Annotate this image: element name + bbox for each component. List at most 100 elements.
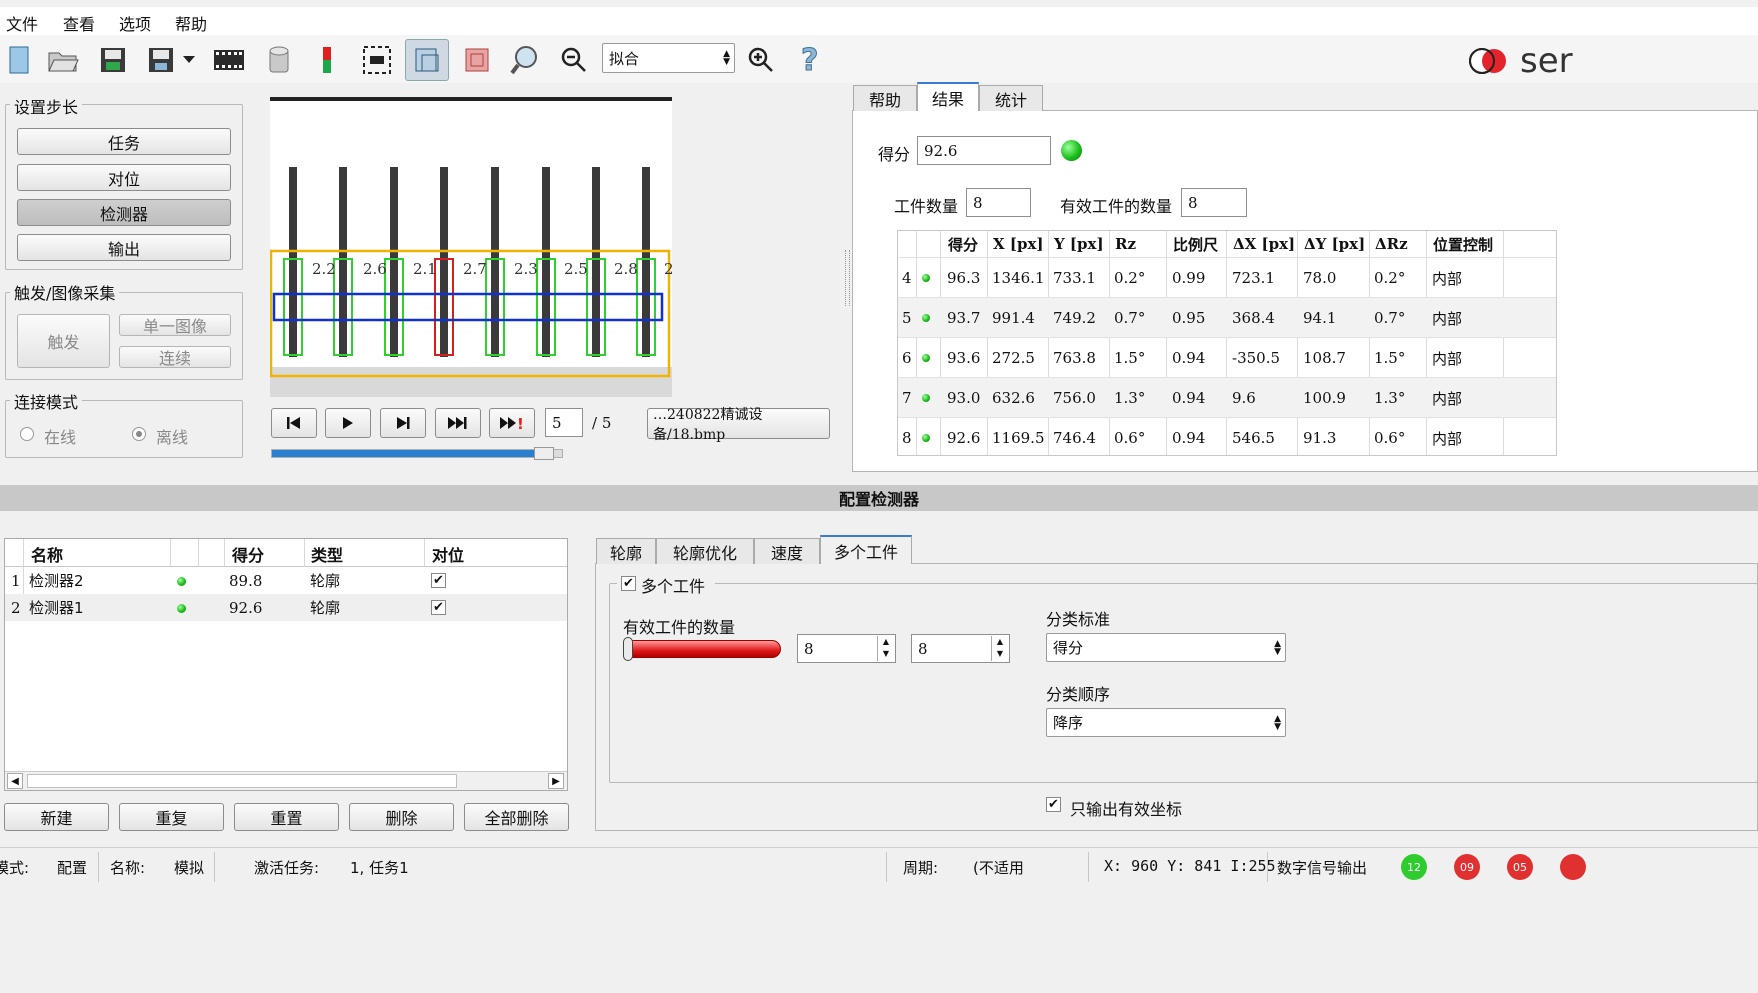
- new-detector-button[interactable]: 新建: [4, 803, 109, 831]
- tab-statistics[interactable]: 统计: [979, 85, 1043, 111]
- sort-criteria-value: 得分: [1053, 639, 1084, 657]
- col-dx[interactable]: ΔX [px]: [1233, 231, 1295, 257]
- step-output-button[interactable]: 输出: [17, 234, 231, 261]
- single-image-button[interactable]: 单一图像: [119, 314, 231, 336]
- last-frame-button[interactable]: [435, 408, 481, 438]
- valid-range-slider[interactable]: [623, 637, 781, 661]
- save-icon[interactable]: [94, 41, 132, 79]
- col-x[interactable]: X [px]: [993, 231, 1044, 257]
- table-row[interactable]: 4 96.3 1346.1 733.1 0.2° 0.99 723.1 78.0 0.2° 内部: [898, 257, 1556, 297]
- menu-view[interactable]: 查看: [63, 11, 95, 35]
- duplicate-button[interactable]: 重复: [119, 803, 224, 831]
- trigger-title: 触发/图像采集: [10, 280, 120, 304]
- signal-icon[interactable]: [308, 41, 346, 79]
- frame-slider-handle[interactable]: [534, 447, 555, 460]
- det-col-name[interactable]: 名称: [31, 541, 63, 567]
- only-valid-checkbox[interactable]: ✔: [1046, 797, 1061, 812]
- status-dot: [922, 434, 930, 442]
- help-icon[interactable]: ?: [792, 41, 830, 79]
- zoom-mode-select[interactable]: 拟合 ▲ ▼: [602, 43, 735, 73]
- sort-order-select[interactable]: 降序 ▲ ▼: [1046, 708, 1286, 737]
- col-position[interactable]: 位置控制: [1433, 231, 1493, 257]
- zoom-in-icon[interactable]: [742, 41, 780, 79]
- image-file-button[interactable]: …240822精诚设备/18.bmp: [647, 407, 830, 443]
- valid-parts-label: 有效工件的数量: [623, 618, 736, 637]
- open-icon[interactable]: [44, 41, 82, 79]
- col-drz[interactable]: ΔRz: [1375, 231, 1408, 257]
- tab-contour-optimize[interactable]: 轮廓优化: [656, 538, 754, 564]
- table-cell: 9.6: [1232, 389, 1256, 407]
- offline-radio[interactable]: [132, 427, 146, 441]
- delete-button[interactable]: 删除: [349, 803, 454, 831]
- table-row[interactable]: 5 93.7 991.4 749.2 0.7° 0.95 368.4 94.1 0.7° 内部: [898, 297, 1556, 337]
- step-align-button[interactable]: 对位: [17, 164, 231, 191]
- continuous-button[interactable]: 连续: [119, 346, 231, 368]
- menu-file[interactable]: 文件: [6, 11, 38, 35]
- table-row[interactable]: 7 93.0 632.6 756.0 1.3° 0.94 9.6 100.9 1.3° 内部: [898, 377, 1556, 417]
- magnifier-icon[interactable]: [506, 41, 544, 79]
- online-radio[interactable]: [20, 427, 34, 441]
- valid-range-handle[interactable]: [623, 637, 633, 661]
- zoom-out-icon[interactable]: [555, 41, 593, 79]
- table-cell: 763.8: [1053, 349, 1096, 367]
- next-frame-button[interactable]: [380, 408, 426, 438]
- tab-multi-parts[interactable]: 多个工件: [820, 535, 912, 564]
- col-rz[interactable]: Rz: [1115, 231, 1136, 257]
- det-col-type[interactable]: 类型: [311, 541, 343, 567]
- image-icon[interactable]: [458, 41, 496, 79]
- new-icon[interactable]: [0, 41, 38, 79]
- scroll-right-icon[interactable]: ▶: [548, 773, 564, 789]
- sort-criteria-select[interactable]: 得分 ▲ ▼: [1046, 633, 1286, 662]
- dropdown-arrow-icon[interactable]: [180, 41, 198, 79]
- view-icon[interactable]: [405, 39, 449, 81]
- play-button[interactable]: [325, 408, 371, 438]
- det-col-score[interactable]: 得分: [232, 541, 264, 567]
- scroll-left-icon[interactable]: ◀: [7, 773, 23, 789]
- tab-speed[interactable]: 速度: [754, 538, 820, 564]
- frame-slider[interactable]: [271, 449, 563, 458]
- multi-parts-checkbox[interactable]: ✔: [621, 576, 636, 591]
- det-col-align[interactable]: 对位: [432, 541, 464, 567]
- col-score[interactable]: 得分: [948, 231, 978, 257]
- list-item[interactable]: 2 检测器1 92.6 轮廓 ✔: [5, 594, 567, 621]
- play-to-error-button[interactable]: !: [489, 408, 535, 438]
- cycle-label: 周期:: [903, 859, 939, 877]
- menu-options[interactable]: 选项: [119, 11, 151, 35]
- camera-image-view[interactable]: 2.2 2.6 2.1 2.7 2.3 2.5 2.8 2: [270, 97, 672, 397]
- table-cell: 92.6: [947, 429, 981, 447]
- table-row[interactable]: 6 93.6 272.5 763.8 1.5° 0.94 -350.5 108.7 1.5° 内部: [898, 337, 1556, 377]
- table-cell: 1.5°: [1374, 349, 1406, 367]
- col-dy[interactable]: ΔY [px]: [1304, 231, 1365, 257]
- align-checkbox[interactable]: ✔: [431, 573, 446, 588]
- align-checkbox[interactable]: ✔: [431, 600, 446, 615]
- cylinder-icon[interactable]: [260, 41, 298, 79]
- table-row[interactable]: 8 92.6 1169.5 746.4 0.6° 0.94 546.5 91.3 0.6° 内部: [898, 417, 1556, 455]
- trigger-button[interactable]: 触发: [17, 314, 110, 368]
- row-index: 2: [11, 598, 21, 617]
- frame-number-input[interactable]: 5: [545, 408, 583, 437]
- save-as-icon[interactable]: [142, 41, 180, 79]
- step-detector-button[interactable]: 检测器: [17, 199, 231, 226]
- horizontal-scrollbar[interactable]: ◀ ▶: [5, 771, 567, 790]
- tab-contour[interactable]: 轮廓: [596, 538, 656, 564]
- menu-help[interactable]: 帮助: [175, 11, 207, 35]
- detector-score: 89.8: [229, 571, 263, 590]
- step-task-button[interactable]: 任务: [17, 128, 231, 155]
- scrollbar-thumb[interactable]: [27, 774, 457, 788]
- col-y[interactable]: Y [px]: [1054, 231, 1104, 257]
- spin-arrows-icon[interactable]: ▲ ▼: [991, 636, 1008, 661]
- tab-results[interactable]: 结果: [917, 82, 979, 111]
- table-cell: 991.4: [992, 309, 1035, 327]
- steps-title: 设置步长: [10, 94, 83, 118]
- splitter-handle[interactable]: [845, 250, 850, 306]
- table-cell: 746.4: [1053, 429, 1096, 447]
- first-frame-button[interactable]: [271, 408, 317, 438]
- tab-help[interactable]: 帮助: [853, 85, 917, 111]
- spin-arrows-icon[interactable]: ▲ ▼: [877, 636, 894, 661]
- col-scale[interactable]: 比例尺: [1173, 231, 1218, 257]
- delete-all-button[interactable]: 全部删除: [464, 803, 569, 831]
- abc-region-icon[interactable]: [358, 41, 396, 79]
- reset-button[interactable]: 重置: [234, 803, 339, 831]
- list-item[interactable]: 1 检测器2 89.8 轮廓 ✔: [5, 567, 567, 594]
- film-icon[interactable]: [210, 41, 248, 79]
